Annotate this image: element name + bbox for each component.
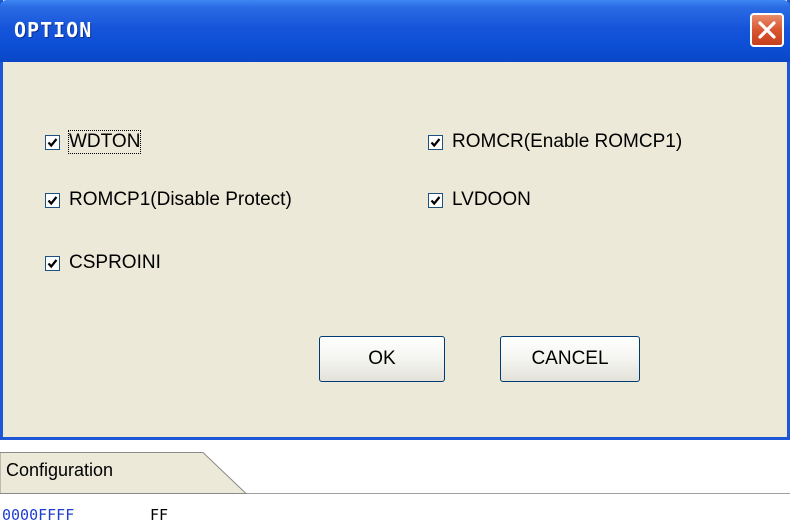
romcr-checkbox[interactable] — [428, 134, 443, 150]
option-lvdoon[interactable]: LVDOON — [428, 187, 531, 213]
memory-value: FF — [150, 506, 169, 524]
memory-address: 0000FFFF — [2, 506, 75, 524]
checkmark-icon — [430, 195, 441, 205]
lvdoon-label: LVDOON — [452, 189, 531, 210]
close-button[interactable] — [750, 13, 784, 47]
romcp1-label: ROMCP1(Disable Protect) — [69, 189, 292, 210]
close-x-icon — [758, 21, 776, 39]
dialog-titlebar[interactable]: OPTION — [0, 0, 790, 62]
option-wdton[interactable]: WDTON — [45, 129, 142, 155]
wdton-checkbox[interactable] — [45, 134, 60, 150]
csproini-checkbox[interactable] — [45, 255, 60, 271]
csproini-label: CSPROINI — [69, 252, 161, 273]
checkmark-icon — [47, 137, 58, 147]
romcp1-checkbox[interactable] — [45, 192, 60, 208]
romcr-label: ROMCR(Enable ROMCP1) — [452, 131, 683, 152]
option-romcp1[interactable]: ROMCP1(Disable Protect) — [45, 187, 292, 213]
checkmark-icon — [47, 258, 58, 268]
option-romcr[interactable]: ROMCR(Enable ROMCP1) — [428, 129, 682, 155]
cancel-button[interactable]: CANCEL — [500, 336, 640, 382]
tab-configuration-label: Configuration — [6, 460, 114, 480]
checkmark-icon — [47, 195, 58, 205]
lvdoon-checkbox[interactable] — [428, 192, 443, 208]
option-csproini[interactable]: CSPROINI — [45, 250, 161, 276]
ok-button[interactable]: OK — [319, 336, 445, 382]
dialog-title: OPTION — [14, 18, 93, 42]
wdton-label: WDTON — [67, 130, 142, 154]
checkmark-icon — [430, 137, 441, 147]
